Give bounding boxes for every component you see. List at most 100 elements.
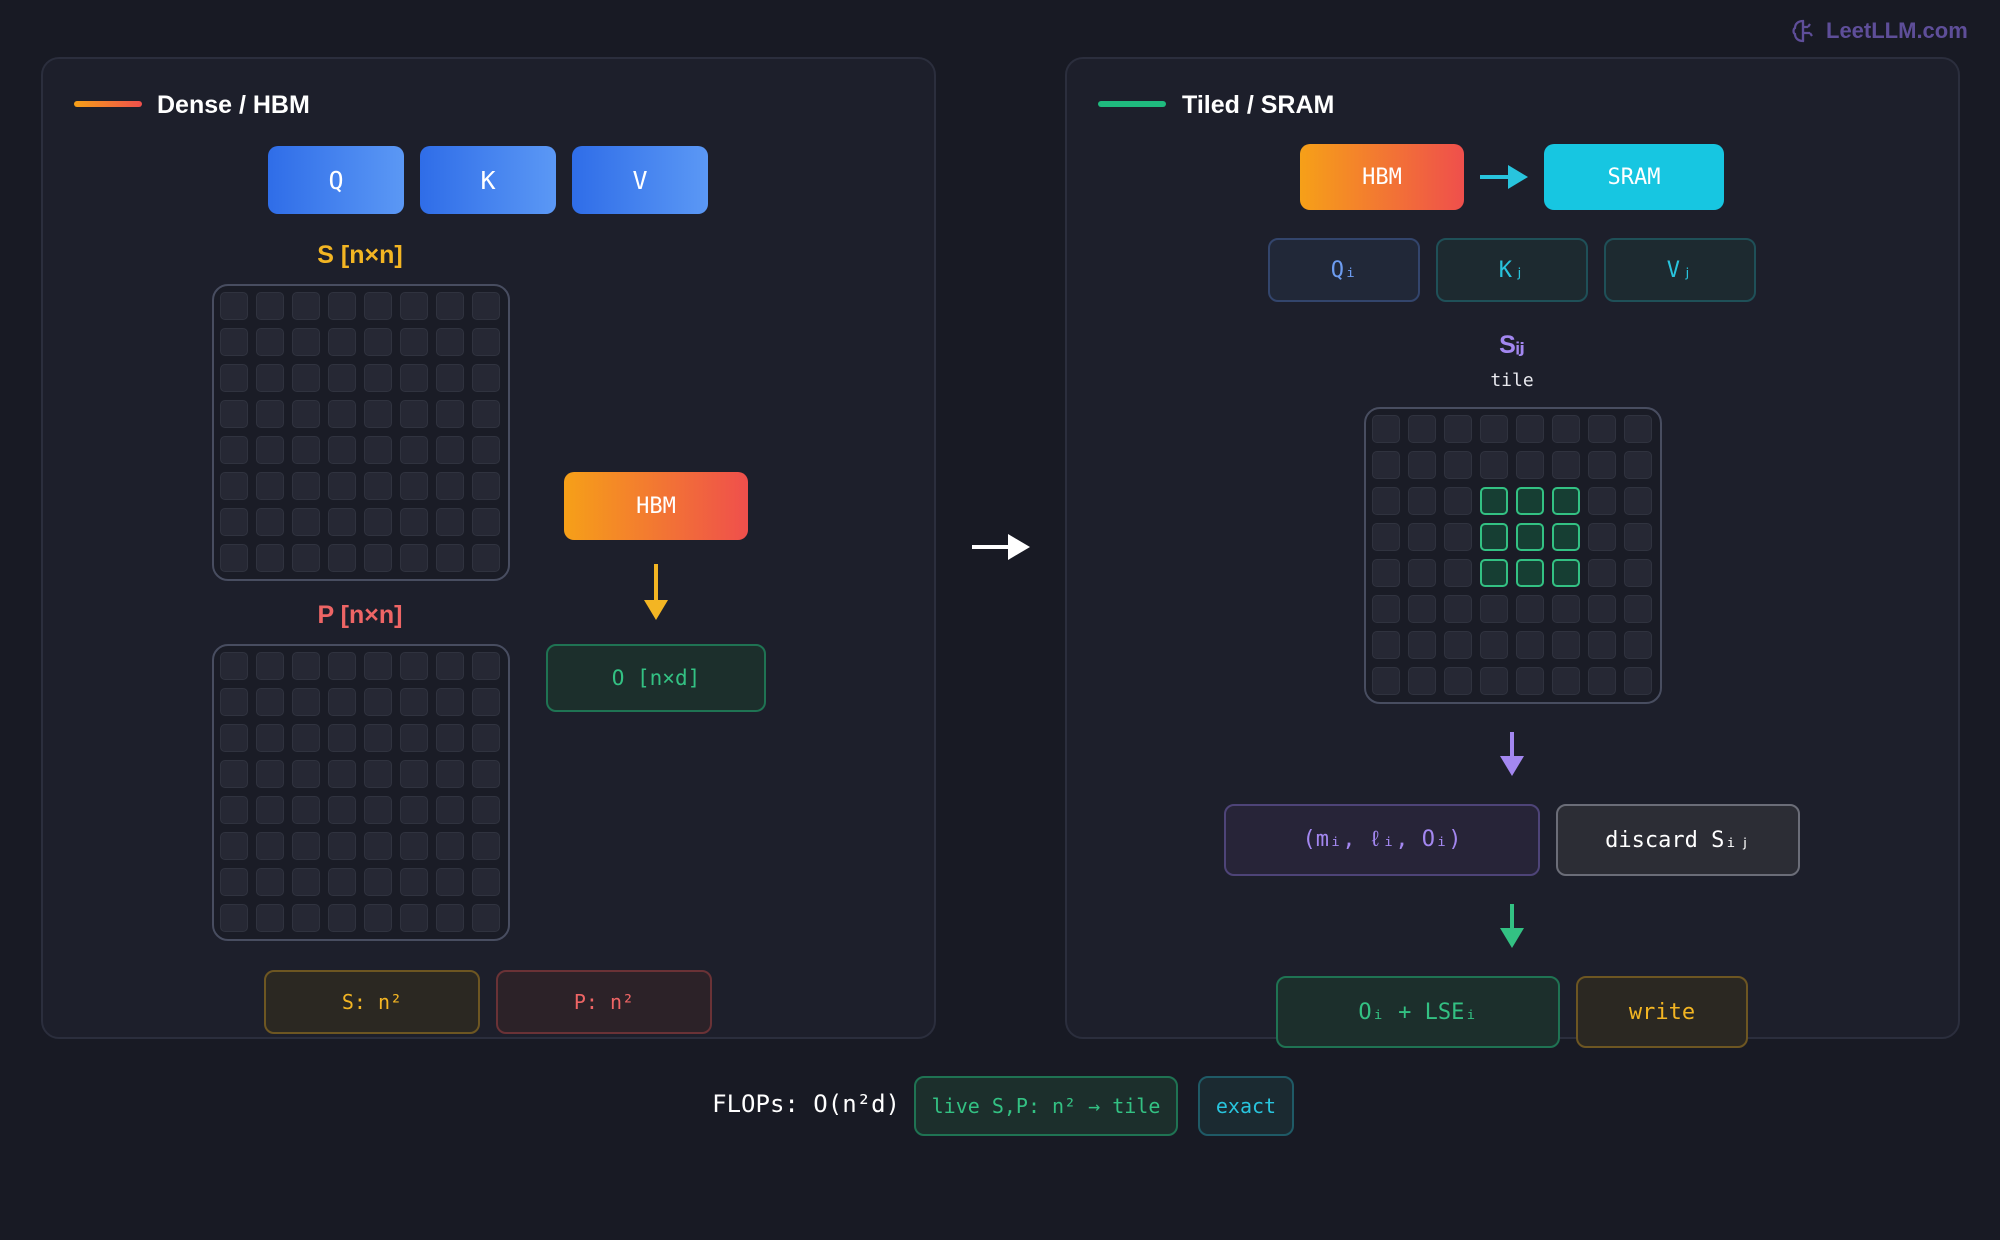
- matrix-cell: [292, 760, 320, 788]
- matrix-cell: [1444, 559, 1472, 587]
- matrix-cell: [400, 472, 428, 500]
- matrix-cell: [1444, 451, 1472, 479]
- matrix-cell: [256, 724, 284, 752]
- tile-sublabel: tile: [1490, 370, 1534, 391]
- matrix-cell: [472, 652, 500, 680]
- matrix-cell: [256, 796, 284, 824]
- matrix-cell: [292, 508, 320, 536]
- matrix-cell: [400, 832, 428, 860]
- matrix-cell: [328, 364, 356, 392]
- matrix-cell: [292, 904, 320, 932]
- matrix-cell: [1624, 559, 1652, 587]
- matrix-cell: [400, 508, 428, 536]
- matrix-cell: [220, 832, 248, 860]
- matrix-cell: [1588, 451, 1616, 479]
- v-tile-block: Vⱼ: [1604, 238, 1756, 302]
- matrix-cell: [1372, 595, 1400, 623]
- matrix-cell: [328, 508, 356, 536]
- matrix-cell: [256, 436, 284, 464]
- matrix-cell: [1552, 559, 1580, 587]
- tiled-panel-title: Tiled / SRAM: [1182, 91, 1335, 119]
- matrix-cell: [400, 400, 428, 428]
- matrix-cell: [364, 328, 392, 356]
- matrix-cell: [436, 292, 464, 320]
- matrix-cell: [1480, 415, 1508, 443]
- s-matrix: [212, 284, 510, 581]
- matrix-cell: [436, 328, 464, 356]
- matrix-cell: [472, 544, 500, 572]
- matrix-cell: [436, 544, 464, 572]
- matrix-cell: [1624, 487, 1652, 515]
- matrix-cell: [292, 436, 320, 464]
- matrix-cell: [1516, 415, 1544, 443]
- flops-label: FLOPs: O(n²d): [712, 1090, 900, 1118]
- matrix-cell: [1408, 451, 1436, 479]
- matrix-cell: [256, 904, 284, 932]
- matrix-cell: [472, 436, 500, 464]
- matrix-cell: [328, 688, 356, 716]
- matrix-cell: [1588, 487, 1616, 515]
- matrix-cell: [328, 868, 356, 896]
- dense-output-block: O [n×d]: [546, 644, 766, 712]
- matrix-cell: [472, 868, 500, 896]
- matrix-cell: [1588, 559, 1616, 587]
- s-matrix-label: S [n×n]: [317, 241, 403, 269]
- matrix-cell: [1444, 415, 1472, 443]
- matrix-cell: [1516, 595, 1544, 623]
- matrix-cell: [400, 868, 428, 896]
- matrix-cell: [436, 904, 464, 932]
- matrix-cell: [364, 760, 392, 788]
- matrix-cell: [1552, 595, 1580, 623]
- matrix-cell: [1480, 559, 1508, 587]
- matrix-cell: [436, 724, 464, 752]
- matrix-cell: [436, 508, 464, 536]
- matrix-cell: [1516, 523, 1544, 551]
- matrix-cell: [256, 760, 284, 788]
- write-block[interactable]: write: [1576, 976, 1748, 1048]
- matrix-cell: [1552, 415, 1580, 443]
- v-block: V: [572, 146, 708, 214]
- matrix-cell: [1444, 595, 1472, 623]
- dense-panel-title: Dense / HBM: [157, 91, 310, 119]
- matrix-cell: [400, 292, 428, 320]
- matrix-cell: [1552, 487, 1580, 515]
- brand-logo[interactable]: LeetLLM.com: [1790, 14, 1990, 48]
- matrix-cell: [1624, 667, 1652, 695]
- k-tile-block: Kⱼ: [1436, 238, 1588, 302]
- matrix-cell: [256, 400, 284, 428]
- matrix-cell: [220, 904, 248, 932]
- matrix-cell: [1408, 415, 1436, 443]
- matrix-cell: [220, 436, 248, 464]
- matrix-cell: [292, 292, 320, 320]
- matrix-cell: [400, 688, 428, 716]
- matrix-cell: [328, 832, 356, 860]
- matrix-cell: [436, 868, 464, 896]
- matrix-cell: [220, 544, 248, 572]
- matrix-cell: [328, 652, 356, 680]
- matrix-cell: [1480, 595, 1508, 623]
- matrix-cell: [1444, 631, 1472, 659]
- matrix-cell: [292, 724, 320, 752]
- matrix-cell: [292, 472, 320, 500]
- matrix-cell: [1408, 523, 1436, 551]
- matrix-cell: [472, 832, 500, 860]
- matrix-cell: [472, 508, 500, 536]
- arrow-down-icon: [644, 564, 668, 620]
- matrix-cell: [436, 796, 464, 824]
- matrix-cell: [328, 328, 356, 356]
- discard-block[interactable]: discard Sᵢⱼ: [1556, 804, 1800, 876]
- matrix-cell: [256, 652, 284, 680]
- matrix-cell: [400, 544, 428, 572]
- matrix-cell: [256, 472, 284, 500]
- matrix-cell: [1372, 523, 1400, 551]
- tiled-output-block: Oᵢ + LSEᵢ: [1276, 976, 1560, 1048]
- matrix-cell: [1480, 631, 1508, 659]
- matrix-cell: [220, 688, 248, 716]
- brand-name: LeetLLM.com: [1826, 18, 1968, 43]
- matrix-cell: [1516, 667, 1544, 695]
- tile-matrix: [1364, 407, 1662, 704]
- memory-badge: live S,P: n² → tile: [914, 1076, 1178, 1136]
- matrix-cell: [1372, 667, 1400, 695]
- matrix-cell: [364, 292, 392, 320]
- matrix-cell: [400, 436, 428, 464]
